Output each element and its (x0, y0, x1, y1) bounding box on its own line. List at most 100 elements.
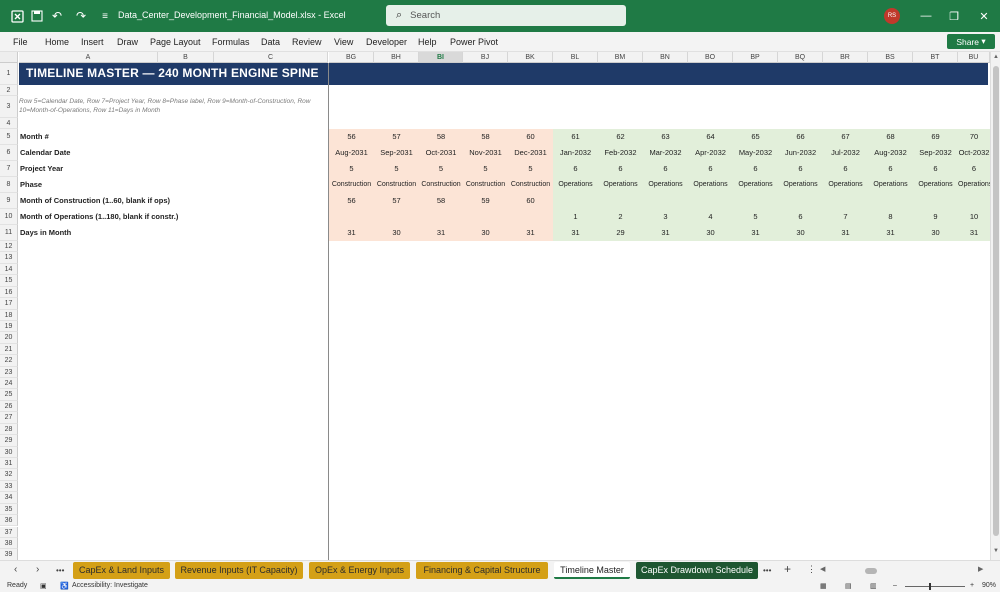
grid-cell[interactable]: 56 (329, 129, 374, 145)
row-number[interactable]: 12 (0, 241, 18, 253)
grid-cell[interactable]: 31 (823, 225, 868, 241)
grid-cell[interactable] (598, 193, 643, 209)
grid-cell[interactable]: 6 (913, 161, 958, 177)
menu-formulas[interactable]: Formulas (212, 37, 250, 47)
row-number[interactable]: 38 (0, 537, 18, 550)
grid-cell[interactable]: Mar-2032 (643, 145, 688, 161)
prev-sheet-icon[interactable]: ‹ (14, 564, 17, 575)
grid-cell[interactable] (329, 209, 374, 225)
grid-cell[interactable]: 69 (913, 129, 958, 145)
grid-cell[interactable]: Sep-2031 (374, 145, 419, 161)
row-label[interactable]: Calendar Date (19, 145, 328, 161)
grid-cell[interactable]: Aug-2031 (329, 145, 374, 161)
row-number[interactable]: 17 (0, 298, 18, 310)
grid-cell[interactable]: 31 (868, 225, 913, 241)
grid-cell[interactable] (913, 193, 958, 209)
grid-cell[interactable]: 62 (598, 129, 643, 145)
grid-cell[interactable]: Operations (553, 177, 598, 193)
grid-cell[interactable]: 3 (643, 209, 688, 225)
row-number[interactable]: 13 (0, 252, 18, 264)
grid-cell[interactable]: 6 (688, 161, 733, 177)
grid-cell[interactable]: 31 (508, 225, 553, 241)
row-number[interactable]: 18 (0, 309, 18, 321)
grid-cell[interactable] (463, 209, 508, 225)
grid-cell[interactable]: 4 (688, 209, 733, 225)
row-number[interactable]: 5 (0, 129, 18, 145)
grid-cell[interactable]: Dec-2031 (508, 145, 553, 161)
row-number[interactable]: 4 (0, 118, 18, 129)
grid-cell[interactable] (508, 209, 553, 225)
row-number[interactable]: 25 (0, 389, 18, 401)
row-number[interactable]: 15 (0, 275, 18, 287)
page-layout-view-icon[interactable]: ▤ (845, 582, 852, 590)
grid-cell[interactable]: Operations (688, 177, 733, 193)
row-label[interactable]: Phase (19, 177, 328, 193)
avatar[interactable]: RS (884, 8, 900, 24)
grid-cell[interactable]: 30 (374, 225, 419, 241)
row-number[interactable]: 27 (0, 412, 18, 424)
row-label[interactable]: Days in Month (19, 225, 328, 241)
grid-cell[interactable] (868, 193, 913, 209)
menu-insert[interactable]: Insert (81, 37, 104, 47)
grid-cell[interactable] (643, 193, 688, 209)
grid-cell[interactable]: Jan-2032 (553, 145, 598, 161)
grid-cell[interactable]: 9 (913, 209, 958, 225)
row-number[interactable]: 29 (0, 435, 18, 447)
column-header-bo[interactable]: BO (688, 52, 733, 63)
row-number[interactable]: 10 (0, 209, 18, 225)
share-button[interactable]: Share ▾ (947, 34, 995, 49)
grid-cell[interactable]: 66 (778, 129, 823, 145)
grid-cell[interactable]: 60 (508, 129, 553, 145)
grid-cell[interactable]: 61 (553, 129, 598, 145)
menu-help[interactable]: Help (418, 37, 437, 47)
grid-cell[interactable]: 31 (553, 225, 598, 241)
horizontal-scrollbar[interactable]: ◀ ▶ (820, 566, 985, 575)
column-header-bu[interactable]: BU (958, 52, 990, 63)
column-header-bs[interactable]: BS (868, 52, 913, 63)
grid-cell[interactable]: 30 (688, 225, 733, 241)
grid-cell[interactable] (553, 193, 598, 209)
grid-cell[interactable]: 5 (508, 161, 553, 177)
grid-cell[interactable]: 5 (463, 161, 508, 177)
grid-cell[interactable]: Operations (958, 177, 990, 193)
grid-cell[interactable] (823, 193, 868, 209)
grid-cell[interactable]: 5 (374, 161, 419, 177)
customize-icon[interactable]: ≡ (96, 8, 114, 24)
column-header-a[interactable]: A (19, 52, 158, 63)
horizontal-scroll-thumb[interactable] (865, 568, 877, 574)
grid-cell[interactable]: 58 (419, 193, 463, 209)
row-number[interactable]: 24 (0, 378, 18, 390)
grid-cell[interactable]: Operations (823, 177, 868, 193)
column-header-bh[interactable]: BH (374, 52, 419, 63)
column-header-bl[interactable]: BL (553, 52, 598, 63)
grid-cell[interactable] (958, 193, 990, 209)
menu-page-layout[interactable]: Page Layout (150, 37, 201, 47)
row-number[interactable]: 3 (0, 96, 18, 118)
row-number[interactable]: 14 (0, 263, 18, 276)
row-number[interactable]: 19 (0, 320, 18, 333)
row-number[interactable]: 16 (0, 286, 18, 299)
accessibility-status[interactable]: Accessibility: Investigate (72, 582, 148, 589)
grid-cell[interactable]: 31 (643, 225, 688, 241)
grid-cell[interactable]: 6 (778, 209, 823, 225)
grid-cell[interactable]: Construction (463, 177, 508, 193)
row-label[interactable]: Month of Operations (1..180, blank if co… (19, 209, 328, 225)
grid-cell[interactable]: 5 (419, 161, 463, 177)
minimize-icon[interactable]: — (918, 8, 934, 24)
grid-cell[interactable]: 29 (598, 225, 643, 241)
scroll-up-icon[interactable]: ▲ (992, 54, 1000, 60)
tab-financing-capital-structure[interactable]: Financing & Capital Structure (416, 562, 548, 579)
column-header-br[interactable]: BR (823, 52, 868, 63)
grid-cell[interactable]: 6 (643, 161, 688, 177)
grid-cell[interactable]: 64 (688, 129, 733, 145)
grid-cell[interactable]: 70 (958, 129, 990, 145)
grid-cell[interactable]: 31 (733, 225, 778, 241)
grid-cell[interactable]: Sep-2032 (913, 145, 958, 161)
grid-cell[interactable]: 59 (463, 193, 508, 209)
tab-revenue-inputs[interactable]: Revenue Inputs (IT Capacity) (175, 562, 303, 579)
grid-cell[interactable]: 6 (733, 161, 778, 177)
search-box[interactable]: ⌕ Search (386, 5, 626, 26)
row-number[interactable]: 23 (0, 366, 18, 379)
zoom-slider[interactable] (905, 586, 965, 587)
grid-cell[interactable]: 56 (329, 193, 374, 209)
